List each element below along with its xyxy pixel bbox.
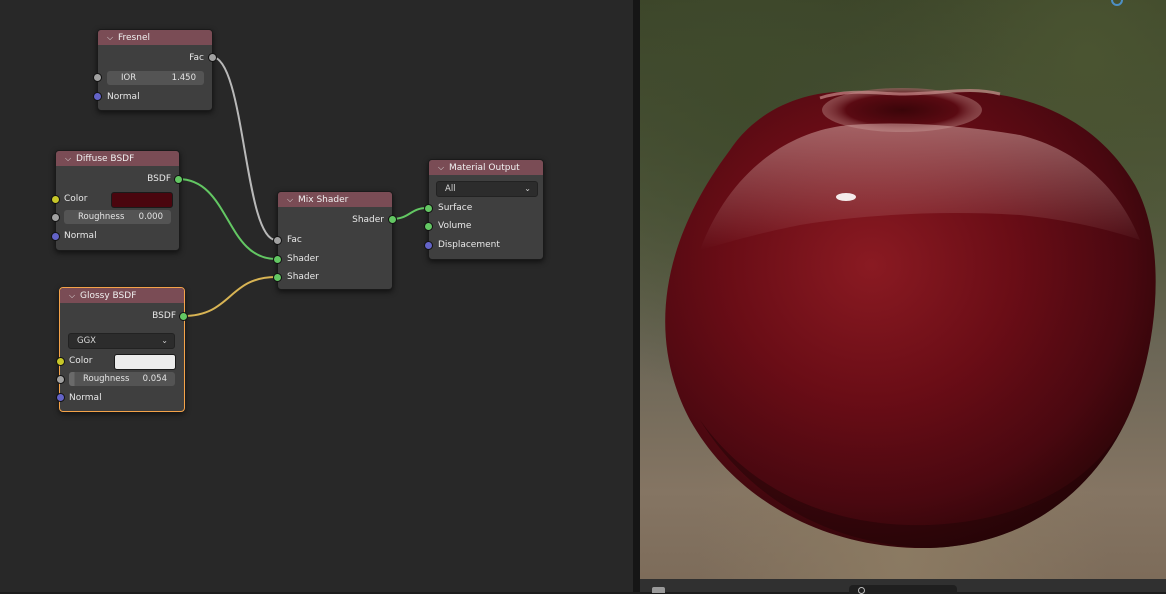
diffuse-normal-input-socket[interactable] xyxy=(51,232,60,241)
viewport-bottom-bar xyxy=(640,579,1166,594)
glossy-color-swatch[interactable] xyxy=(114,354,176,370)
3d-viewport-render[interactable] xyxy=(640,0,1166,579)
output-target-value: All xyxy=(445,184,456,194)
diffuse-color-label: Color xyxy=(64,194,88,204)
output-surface-input-socket[interactable] xyxy=(424,204,433,213)
output-target-dropdown[interactable]: All ⌄ xyxy=(436,181,538,197)
fresnel-node-title: Fresnel xyxy=(118,33,150,43)
roughness-value: 0.000 xyxy=(138,212,163,222)
mix-shader1-input-label: Shader xyxy=(287,254,319,264)
diffuse-roughness-input-socket[interactable] xyxy=(51,213,60,222)
diffuse-color-input-socket[interactable] xyxy=(51,195,60,204)
glossy-bsdf-output-label: BSDF xyxy=(152,311,176,321)
area-divider[interactable] xyxy=(633,0,640,592)
glossy-distribution-value: GGX xyxy=(77,336,96,346)
roughness-value: 0.054 xyxy=(142,374,167,384)
chevron-down-icon[interactable]: ⌵ xyxy=(69,288,80,303)
glossy-normal-label: Normal xyxy=(69,393,102,403)
mix-shader-node[interactable]: ⌵ Mix Shader Shader Fac Shader Shader xyxy=(277,191,393,290)
chevron-down-icon: ⌄ xyxy=(524,184,531,193)
ior-label: IOR xyxy=(121,73,137,83)
mix-shader2-input-label: Shader xyxy=(287,272,319,282)
chevron-down-icon[interactable]: ⌵ xyxy=(65,151,76,166)
diffuse-normal-label: Normal xyxy=(64,231,97,241)
rendered-apple xyxy=(665,88,1156,549)
fresnel-fac-output-label: Fac xyxy=(189,53,204,63)
search-field[interactable] xyxy=(849,585,957,594)
chevron-down-icon[interactable]: ⌵ xyxy=(438,160,449,175)
diffuse-node-header[interactable]: ⌵ Diffuse BSDF xyxy=(56,151,179,166)
link-glossy-to-mix-shader2 xyxy=(182,276,277,317)
glossy-roughness-input-socket[interactable] xyxy=(56,375,65,384)
fresnel-ior-input-socket[interactable] xyxy=(93,73,102,82)
mix-node-title: Mix Shader xyxy=(298,195,349,205)
glossy-color-label: Color xyxy=(69,356,93,366)
diffuse-bsdf-node[interactable]: ⌵ Diffuse BSDF BSDF Color Roughness 0.000… xyxy=(55,150,180,251)
chevron-down-icon[interactable]: ⌵ xyxy=(287,192,298,207)
diffuse-bsdf-output-label: BSDF xyxy=(147,174,171,184)
fresnel-fac-output-socket[interactable] xyxy=(208,53,217,62)
mix-shader2-input-socket[interactable] xyxy=(273,273,282,282)
material-output-node[interactable]: ⌵ Material Output All ⌄ Surface Volume Di… xyxy=(428,159,544,260)
diffuse-color-swatch[interactable] xyxy=(111,192,173,208)
glossy-node-header[interactable]: ⌵ Glossy BSDF xyxy=(60,288,184,303)
output-displacement-input-socket[interactable] xyxy=(424,241,433,250)
glossy-bsdf-output-socket[interactable] xyxy=(179,312,188,321)
glossy-color-input-socket[interactable] xyxy=(56,357,65,366)
output-surface-label: Surface xyxy=(438,203,473,213)
editor-type-icon[interactable] xyxy=(652,587,665,593)
mix-shader1-input-socket[interactable] xyxy=(273,255,282,264)
shader-node-editor[interactable]: ⌵ Fresnel Fac IOR 1.450 Normal ⌵ Diffuse B… xyxy=(0,0,633,592)
link-fresnel-fac-to-mix-fac xyxy=(211,56,277,241)
glossy-node-title: Glossy BSDF xyxy=(80,291,137,301)
fresnel-normal-input-socket[interactable] xyxy=(93,92,102,101)
diffuse-node-title: Diffuse BSDF xyxy=(76,154,135,164)
glossy-normal-input-socket[interactable] xyxy=(56,393,65,402)
fresnel-node[interactable]: ⌵ Fresnel Fac IOR 1.450 Normal xyxy=(97,29,213,111)
output-displacement-label: Displacement xyxy=(438,240,500,250)
mix-fac-input-socket[interactable] xyxy=(273,236,282,245)
fresnel-ior-field[interactable]: IOR 1.450 xyxy=(107,71,204,85)
roughness-label: Roughness xyxy=(78,212,125,222)
mix-shader-output-label: Shader xyxy=(352,215,384,225)
link-diffuse-to-mix-shader1 xyxy=(177,178,277,260)
chevron-down-icon[interactable]: ⌵ xyxy=(107,30,118,45)
glossy-bsdf-node[interactable]: ⌵ Glossy BSDF BSDF GGX ⌄ Color Roughness … xyxy=(59,287,185,412)
mix-shader-output-socket[interactable] xyxy=(388,215,397,224)
fresnel-normal-label: Normal xyxy=(107,92,140,102)
apple-specular-highlight xyxy=(836,193,856,201)
mix-fac-input-label: Fac xyxy=(287,235,302,245)
roughness-label: Roughness xyxy=(83,374,130,384)
glossy-roughness-field[interactable]: Roughness 0.054 xyxy=(69,372,175,386)
search-icon xyxy=(858,587,865,594)
output-volume-label: Volume xyxy=(438,221,472,231)
output-node-header[interactable]: ⌵ Material Output xyxy=(429,160,543,175)
diffuse-roughness-field[interactable]: Roughness 0.000 xyxy=(64,210,171,224)
glossy-distribution-dropdown[interactable]: GGX ⌄ xyxy=(68,333,175,349)
output-volume-input-socket[interactable] xyxy=(424,222,433,231)
mix-node-header[interactable]: ⌵ Mix Shader xyxy=(278,192,392,207)
output-node-title: Material Output xyxy=(449,163,520,173)
link-mix-to-output-surface xyxy=(391,207,428,220)
chevron-down-icon: ⌄ xyxy=(161,336,168,345)
ior-value: 1.450 xyxy=(171,73,196,83)
fresnel-node-header[interactable]: ⌵ Fresnel xyxy=(98,30,212,45)
diffuse-bsdf-output-socket[interactable] xyxy=(174,175,183,184)
